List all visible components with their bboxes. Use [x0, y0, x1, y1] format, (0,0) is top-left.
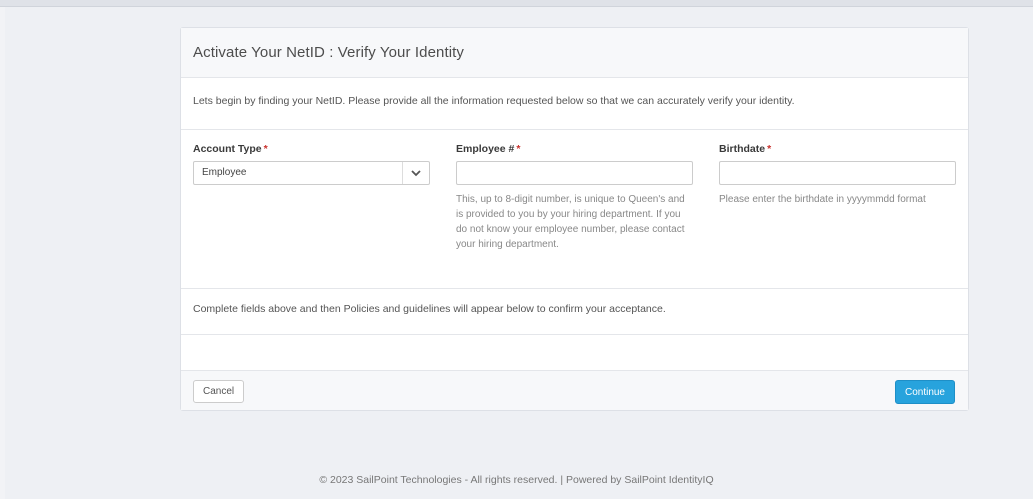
intro-text: Lets begin by finding your NetID. Please…: [181, 78, 968, 130]
account-type-field: Account Type * Employee: [193, 142, 430, 185]
required-mark: *: [263, 143, 268, 155]
cancel-button[interactable]: Cancel: [193, 380, 245, 403]
top-bar: [0, 0, 1033, 7]
birthdate-label-text: Birthdate: [719, 143, 766, 155]
chevron-down-icon[interactable]: [402, 162, 429, 184]
account-type-label-text: Account Type: [193, 143, 262, 155]
birthdate-help: Please enter the birthdate in yyyymmdd f…: [719, 194, 926, 205]
employee-number-field: Employee # * This, up to 8-digit number, …: [456, 142, 693, 252]
employee-number-label-text: Employee #: [456, 143, 515, 155]
account-type-select[interactable]: Employee: [193, 161, 430, 185]
page-title: Activate Your NetID : Verify Your Identi…: [193, 44, 465, 61]
continue-button[interactable]: Continue: [894, 380, 955, 404]
identity-fields: Account Type * Employee Employee # * This,…: [181, 130, 968, 289]
birthdate-label: Birthdate *: [719, 142, 956, 156]
account-type-value: Employee: [202, 167, 247, 178]
card-footer: Cancel Continue: [181, 371, 968, 410]
employee-number-input[interactable]: [456, 161, 693, 185]
account-type-label: Account Type *: [193, 142, 430, 156]
policies-area: [181, 335, 968, 371]
birthdate-field: Birthdate * Please enter the birthdate in…: [719, 142, 956, 207]
employee-number-label: Employee # *: [456, 142, 693, 156]
birthdate-input[interactable]: [719, 161, 956, 185]
copyright-footer: © 2023 SailPoint Technologies - All righ…: [319, 474, 714, 486]
card-header: Activate Your NetID : Verify Your Identi…: [181, 28, 968, 78]
policies-notice: Complete fields above and then Policies …: [181, 289, 968, 335]
employee-number-help: This, up to 8-digit number, is unique to…: [456, 194, 685, 250]
required-mark: *: [516, 143, 521, 155]
verify-identity-card: Activate Your NetID : Verify Your Identi…: [180, 27, 969, 411]
required-mark: *: [767, 143, 772, 155]
